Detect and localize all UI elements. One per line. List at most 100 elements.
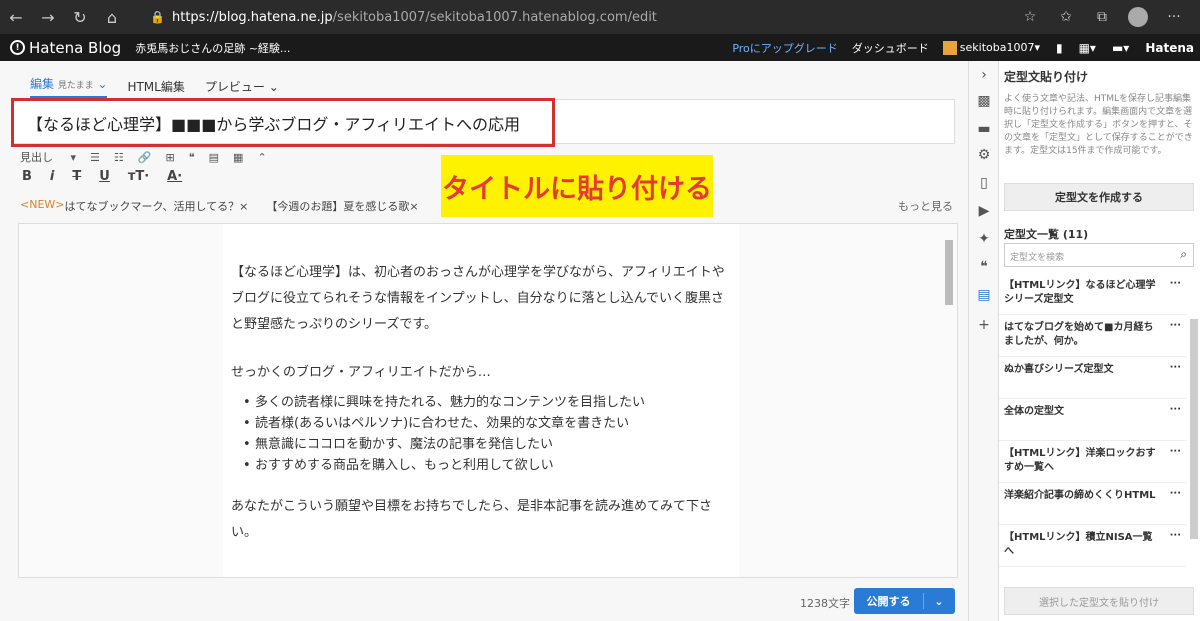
quote-icon[interactable]: ❝ (189, 151, 195, 164)
format-toolbar: 見出し ▾ ☰ ☷ 🔗 ⊞ ❝ ▤ ▦ ⌃ (20, 149, 281, 165)
apps-grid-icon[interactable]: ▦▾ (1079, 41, 1096, 55)
bullet-list-icon[interactable]: ☰ (90, 151, 100, 164)
article-content[interactable]: 【なるほど心理学】は、初心者のおっさんが心理学を学びながら、アフィリエイトやブロ… (223, 224, 739, 577)
collections-icon[interactable]: ⧉ (1084, 9, 1120, 25)
publish-button[interactable]: 公開する ⌄ (854, 588, 955, 614)
reload-icon[interactable]: ↻ (64, 0, 96, 34)
underline-icon[interactable]: U (99, 169, 110, 184)
news-item-1[interactable]: はてなブックマーク、活用してる？× (65, 198, 249, 214)
blog-name-menu[interactable]: 赤兎馬おじさんの足跡 ~経験... (135, 40, 290, 56)
more-options-icon[interactable]: ··· (1170, 445, 1181, 459)
heading-select[interactable]: 見出し ▾ (20, 149, 76, 165)
hatena-blog-logo[interactable]: ! Hatena Blog (10, 39, 121, 57)
template-item[interactable]: 【HTMLリンク】洋楽ロックおすすめ一覧へ ··· (999, 441, 1187, 483)
paragraph-intro: 【なるほど心理学】は、初心者のおっさんが心理学を学びながら、アフィリエイトやブロ… (231, 265, 725, 332)
video-icon[interactable]: ▶ (969, 203, 999, 219)
template-item[interactable]: ぬか喜びシリーズ定型文 ··· (999, 357, 1187, 399)
hatena-header: ! Hatena Blog 赤兎馬おじさんの足跡 ~経験... Proにアップグレ… (0, 34, 1200, 61)
font-size-icon[interactable]: тT· (128, 169, 149, 184)
font-color-icon[interactable]: A· (167, 169, 182, 184)
more-icon[interactable]: ··· (1156, 9, 1192, 25)
more-options-icon[interactable]: ··· (1170, 277, 1181, 291)
template-item[interactable]: はてなブログを始めて■カ月経ちましたが、何か。 ··· (999, 315, 1187, 357)
user-menu[interactable]: sekitoba1007 ▾ (942, 40, 1040, 55)
editor-area: 編集 見たまま ⌄ HTML編集 プレビュー ⌄ 【なるほど心理学】■■■から学… (0, 61, 968, 621)
template-panel: 定型文貼り付け よく使う文章や記法、HTMLを保存し記事編集時に貼り付けられます… (998, 61, 1200, 621)
tab-html-edit[interactable]: HTML編集 (127, 78, 184, 95)
numbered-list-icon[interactable]: ☷ (114, 151, 124, 164)
create-template-button[interactable]: 定型文を作成する (1004, 183, 1194, 211)
more-options-icon[interactable]: ··· (1170, 529, 1181, 543)
hatena-link[interactable]: Hatena (1145, 41, 1194, 55)
url-path: /sekitoba1007/sekitoba1007.hatenablog.co… (332, 9, 657, 25)
url-host: https://blog.hatena.ne.jp (172, 9, 333, 25)
chevron-down-icon[interactable]: ⌄ (924, 595, 954, 608)
panel-title: 定型文貼り付け (1004, 70, 1089, 84)
chevron-right-icon[interactable]: › (969, 67, 999, 83)
list-item: 読者様(あるいはペルソナ)に合わせた、効果的な文章を書きたい (243, 413, 731, 434)
strikethrough-icon[interactable]: T (72, 169, 81, 184)
highlight-frame (11, 98, 555, 147)
template-item[interactable]: 洋楽紹介記事の締めくくりHTML ··· (999, 483, 1187, 525)
image-icon[interactable]: ▤ (209, 151, 219, 164)
home-icon[interactable]: ⌂ (96, 0, 128, 34)
sidebar-icon-rail: › ▩ ▬ ⚙ ▯ ▶ ✦ ❝ ▤ + (968, 61, 998, 621)
user-name: sekitoba1007 (959, 41, 1035, 54)
news-item-2[interactable]: 【今週のお題】夏を感じる歌× (266, 198, 418, 214)
plus-icon[interactable]: + (969, 317, 999, 333)
panel-description: よく使う文章や記法、HTMLを保存し記事編集時に貼り付けられます。編集画面内で文… (1004, 94, 1193, 156)
bullet-list: 多くの読者様に興味を持たれる、魅力的なコンテンツを目指したい 読者様(あるいはペ… (231, 392, 731, 476)
more-options-icon[interactable]: ··· (1170, 361, 1181, 375)
paste-template-button[interactable]: 選択した定型文を貼り付け (1004, 587, 1194, 615)
profile-avatar[interactable] (1120, 7, 1156, 27)
clipboard-icon[interactable]: ▤ (969, 287, 999, 303)
link-icon[interactable]: 🔗 (138, 151, 152, 164)
more-options-icon[interactable]: ··· (1170, 319, 1181, 333)
back-icon[interactable]: ← (0, 0, 32, 34)
panel-scrollbar[interactable] (1189, 273, 1199, 579)
template-item[interactable]: 全体の定型文 ··· (999, 399, 1187, 441)
italic-icon[interactable]: i (50, 169, 54, 184)
notification-icon[interactable]: ▬▾ (1112, 41, 1129, 55)
pro-upgrade-link[interactable]: Proにアップグレード (732, 40, 837, 56)
more-options-icon[interactable]: ··· (1170, 487, 1181, 501)
more-tools-icon[interactable]: ▦ (233, 151, 243, 164)
collapse-icon[interactable]: ⌃ (257, 151, 266, 164)
template-item[interactable]: 【HTMLリンク】なるほど心理学シリーズ定型文 ··· (999, 273, 1187, 315)
dashboard-link[interactable]: ダッシュボード (852, 40, 929, 56)
char-count: 1238文字 (800, 597, 850, 610)
more-options-icon[interactable]: ··· (1170, 403, 1181, 417)
editor-body[interactable]: 【なるほど心理学】は、初心者のおっさんが心理学を学びながら、アフィリエイトやブロ… (18, 223, 958, 578)
tab-wysiwyg[interactable]: 編集 見たまま ⌄ (30, 75, 108, 98)
twitter-icon[interactable]: ✦ (969, 231, 999, 247)
forward-icon[interactable]: → (32, 0, 64, 34)
user-avatar (942, 40, 957, 55)
style-toolbar: B i T U тT· A· (22, 169, 200, 184)
editor-footer: 1238文字 公開する ⌄ (0, 585, 968, 621)
template-item[interactable]: 【HTMLリンク】積立NISA一覧へ ··· (999, 525, 1187, 567)
favorites-bar-icon[interactable]: ✩ (1048, 9, 1084, 25)
document-icon[interactable]: ▯ (969, 175, 999, 191)
template-search-input[interactable]: 定型文を検索 ⌕ (1004, 243, 1194, 267)
browser-toolbar: ← → ↻ ⌂ 🔒 https://blog.hatena.ne.jp/seki… (0, 0, 1200, 34)
list-item: 無意識にココロを動かす、魔法の記事を発信したい (243, 434, 731, 455)
tab-preview[interactable]: プレビュー ⌄ (205, 78, 279, 95)
more-link[interactable]: もっと見る (898, 198, 953, 214)
new-tag: <NEW> (20, 198, 65, 211)
publish-label[interactable]: 公開する (854, 593, 924, 609)
address-bar[interactable]: 🔒 https://blog.hatena.ne.jp/sekitoba1007… (150, 4, 1020, 30)
photo-icon[interactable]: ▩ (969, 93, 999, 109)
bold-icon[interactable]: B (22, 169, 32, 184)
list-item: 多くの読者様に興味を持たれる、魅力的なコンテンツを目指したい (243, 392, 731, 413)
search-placeholder: 定型文を検索 (1010, 253, 1065, 263)
quote-icon[interactable]: ❝ (969, 259, 999, 275)
bookmark-icon[interactable]: ▮ (1056, 41, 1063, 55)
table-icon[interactable]: ⊞ (165, 151, 174, 164)
folder-icon[interactable]: ▬ (969, 121, 999, 137)
favorite-icon[interactable]: ☆ (1012, 9, 1048, 25)
lock-icon: 🔒 (150, 10, 165, 24)
search-icon[interactable]: ⌕ (1180, 247, 1187, 262)
editor-scrollbar[interactable] (943, 226, 955, 575)
paragraph-cta: あなたがこういう願望や目標をお持ちでしたら、是非本記事を読み進めてみて下さい。 (231, 499, 713, 540)
gear-icon[interactable]: ⚙ (969, 147, 999, 163)
